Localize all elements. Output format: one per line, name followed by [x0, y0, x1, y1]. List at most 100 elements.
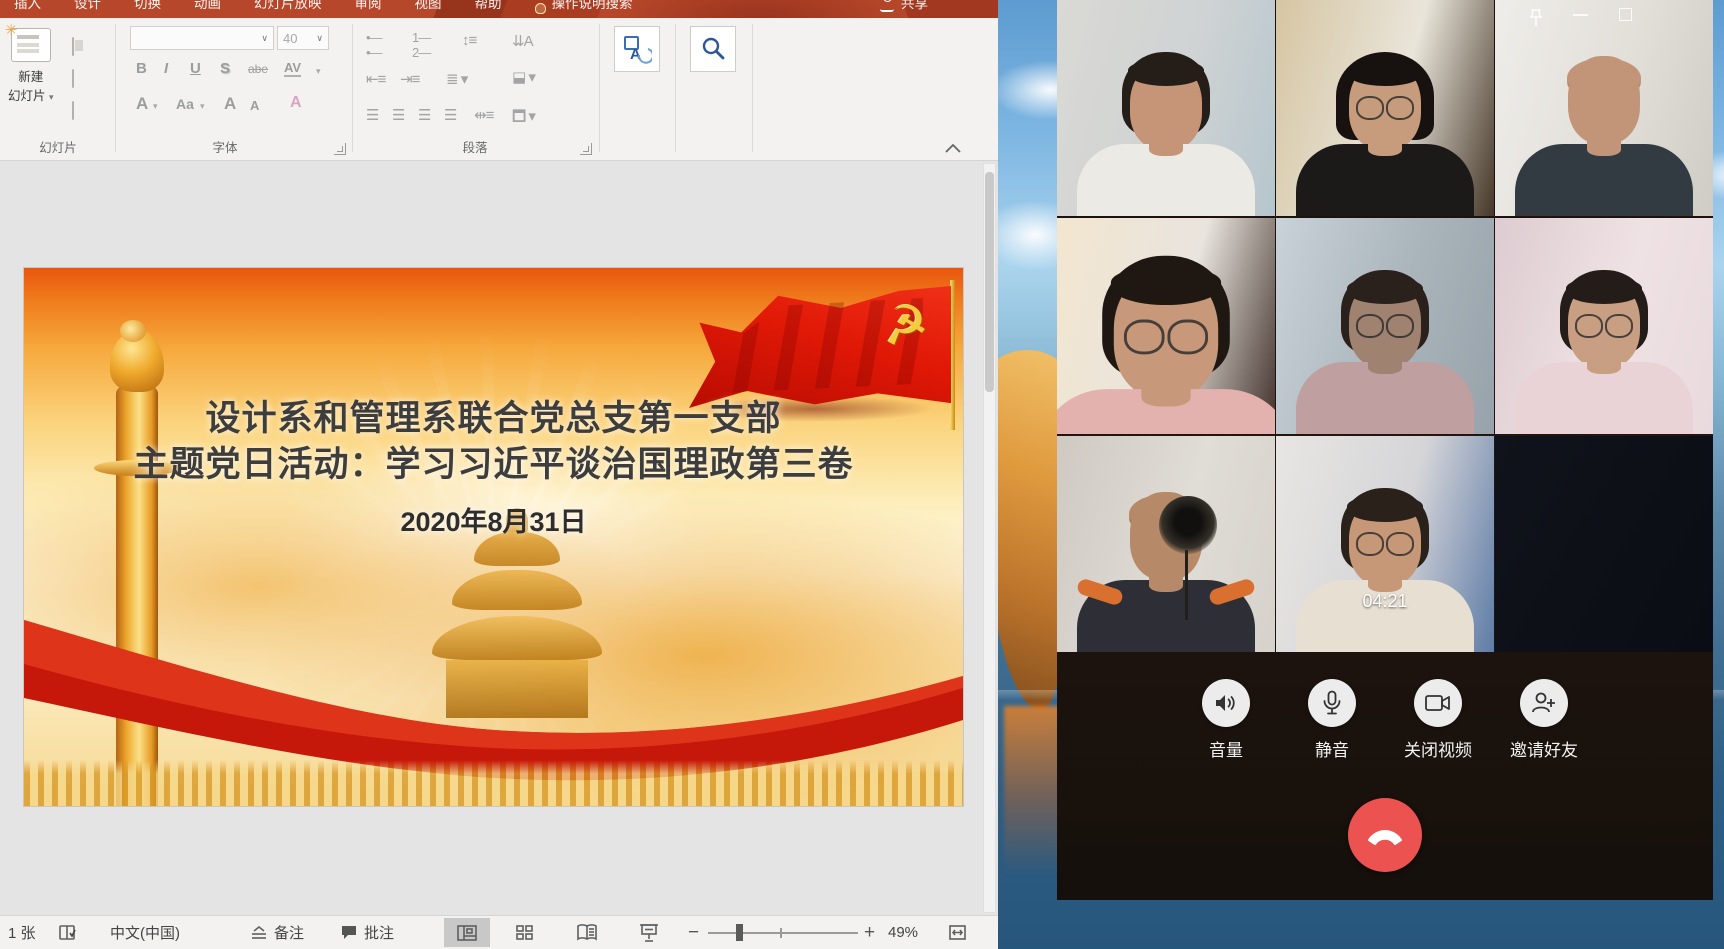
video-tile [1495, 0, 1713, 216]
vertical-scrollbar[interactable] [983, 163, 996, 913]
editing-group-button[interactable]: 编辑 ▾ [684, 26, 742, 68]
golden-balustrade [24, 760, 963, 806]
slide-canvas[interactable]: ☭ 设计系和管理系联合党总支第一支部 主题党日活动：学习习近平谈治国理政第三卷 … [0, 161, 998, 915]
tab-slideshow[interactable]: 幻灯片放映 [254, 0, 322, 17]
comments-button[interactable]: 批注 [340, 916, 394, 949]
reset-slide-button[interactable] [72, 70, 74, 88]
font-dialog-launcher[interactable] [334, 143, 346, 155]
clear-formatting-button[interactable]: A [290, 94, 302, 112]
numbering-button[interactable]: 1—2— [412, 30, 430, 60]
collapse-ribbon-button[interactable] [944, 142, 962, 154]
normal-view-button[interactable] [444, 918, 490, 947]
tab-review[interactable]: 审阅 [355, 0, 382, 17]
add-columns-button[interactable]: ≣ ▾ [446, 70, 467, 88]
video-tile [1057, 436, 1275, 652]
align-text-button[interactable]: ⬓ ▾ [512, 68, 535, 86]
participant-silhouette [1290, 488, 1480, 652]
new-slide-icon: ✳ [11, 28, 51, 62]
phone-handset-icon [1365, 824, 1405, 846]
minimize-icon[interactable] [1573, 14, 1588, 16]
new-slide-label2: 幻灯片 ▾ [8, 85, 54, 104]
video-tile [1057, 0, 1275, 216]
hangup-button[interactable] [1348, 798, 1422, 872]
ribbon: ✳ 新建 幻灯片 ▾ 幻灯片 ∨ 40∨ B I U S abe AV ▾ A … [0, 18, 998, 161]
tab-insert[interactable]: 插入 [14, 0, 41, 17]
fit-to-window-button[interactable] [948, 916, 967, 949]
desktop: 插入 设计 切换 动画 幻灯片放映 审阅 视图 帮助 操作说明搜索 共享 [0, 0, 1724, 949]
font-color-button[interactable]: A [136, 94, 148, 114]
participant-silhouette [1071, 52, 1261, 216]
volume-button[interactable] [1202, 679, 1250, 727]
grow-font-button[interactable]: A [224, 94, 236, 114]
spellcheck-icon[interactable] [58, 916, 78, 949]
tell-me-label: 操作说明搜索 [552, 0, 633, 17]
slide[interactable]: ☭ 设计系和管理系联合党总支第一支部 主题党日活动：学习习近平谈治国理政第三卷 … [24, 268, 963, 806]
pin-icon[interactable] [1527, 8, 1545, 28]
increase-indent-button[interactable]: ⇥≡ [400, 70, 419, 88]
tab-view[interactable]: 视图 [415, 0, 442, 17]
tab-animations[interactable]: 动画 [194, 0, 221, 17]
tell-me-search[interactable]: 操作说明搜索 [535, 0, 633, 17]
layout-icon [72, 37, 74, 56]
align-center-button[interactable]: ☰ [392, 106, 404, 124]
mute-button[interactable] [1308, 679, 1356, 727]
text-shadow-button[interactable]: S [220, 60, 230, 77]
spacing-caret[interactable]: ▾ [316, 66, 321, 77]
smartart-button[interactable]: 🗖 ▾ [512, 106, 535, 131]
share-button[interactable]: 共享 [880, 0, 928, 17]
reading-view-button[interactable] [564, 918, 610, 947]
tab-design[interactable]: 设计 [74, 0, 101, 17]
section-button[interactable] [72, 102, 74, 120]
slideshow-view-button[interactable] [626, 918, 672, 947]
justify-button[interactable]: ☰ [444, 106, 456, 124]
tab-help[interactable]: 帮助 [475, 0, 502, 17]
slide-sorter-view-button[interactable] [502, 918, 548, 947]
participant-silhouette [1509, 270, 1699, 434]
zoom-out-button[interactable]: − [688, 916, 699, 949]
zoom-in-button[interactable]: + [864, 916, 875, 949]
paragraph-dialog-launcher[interactable] [580, 143, 592, 155]
paragraph-group-label: 段落 [420, 137, 530, 156]
distribute-button[interactable]: ⇹≡ [474, 106, 493, 124]
invite-button[interactable] [1520, 679, 1568, 727]
line-spacing-button[interactable]: ↕≡ [462, 32, 476, 49]
font-size-combo[interactable]: 40∨ [277, 26, 329, 50]
bold-button[interactable]: B [136, 60, 147, 77]
align-right-button[interactable]: ☰ [418, 106, 430, 124]
video-tile [1495, 436, 1713, 652]
shrink-font-button[interactable]: A [250, 98, 259, 113]
group-separator [599, 24, 600, 152]
font-size-value: 40 [283, 31, 297, 46]
font-name-combo[interactable]: ∨ [130, 26, 274, 50]
language-indicator[interactable]: 中文(中国) [110, 916, 180, 949]
participant-silhouette [1057, 256, 1275, 434]
align-left-button[interactable]: ☰ [366, 106, 378, 124]
group-separator [352, 24, 353, 152]
maximize-icon[interactable] [1619, 8, 1632, 21]
underline-button[interactable]: U [190, 60, 201, 77]
new-slide-button[interactable]: ✳ 新建 幻灯片 ▾ [8, 28, 54, 104]
change-case-button[interactable]: Aa [176, 96, 194, 112]
close-video-button[interactable] [1414, 679, 1462, 727]
zoom-slider-track[interactable] [708, 932, 858, 934]
volume-label: 音量 [1166, 736, 1286, 761]
scrollbar-thumb[interactable] [985, 172, 994, 392]
video-tile [1495, 218, 1713, 434]
zoom-percentage[interactable]: 49% [888, 916, 918, 949]
tab-transitions[interactable]: 切换 [134, 0, 161, 17]
notes-button[interactable]: 备注 [250, 916, 304, 949]
layout-button[interactable] [72, 38, 74, 56]
font-color-caret[interactable]: ▾ [153, 101, 158, 112]
text-direction-button[interactable]: ⇊A [512, 32, 533, 50]
decrease-indent-button[interactable]: ⇤≡ [366, 70, 385, 88]
svg-text:A: A [630, 46, 641, 63]
character-spacing-button[interactable]: AV [284, 60, 301, 77]
bullets-button[interactable]: •—•— [366, 30, 382, 60]
drawing-group-button[interactable]: A 绘图 ▾ [608, 26, 666, 68]
powerpoint-window: 插入 设计 切换 动画 幻灯片放映 审阅 视图 帮助 操作说明搜索 共享 [0, 0, 998, 949]
group-separator [675, 24, 676, 152]
strikethrough-button[interactable]: abe [248, 62, 268, 76]
italic-button[interactable]: I [164, 60, 168, 77]
case-caret[interactable]: ▾ [200, 101, 205, 112]
zoom-slider-thumb[interactable] [736, 924, 743, 941]
